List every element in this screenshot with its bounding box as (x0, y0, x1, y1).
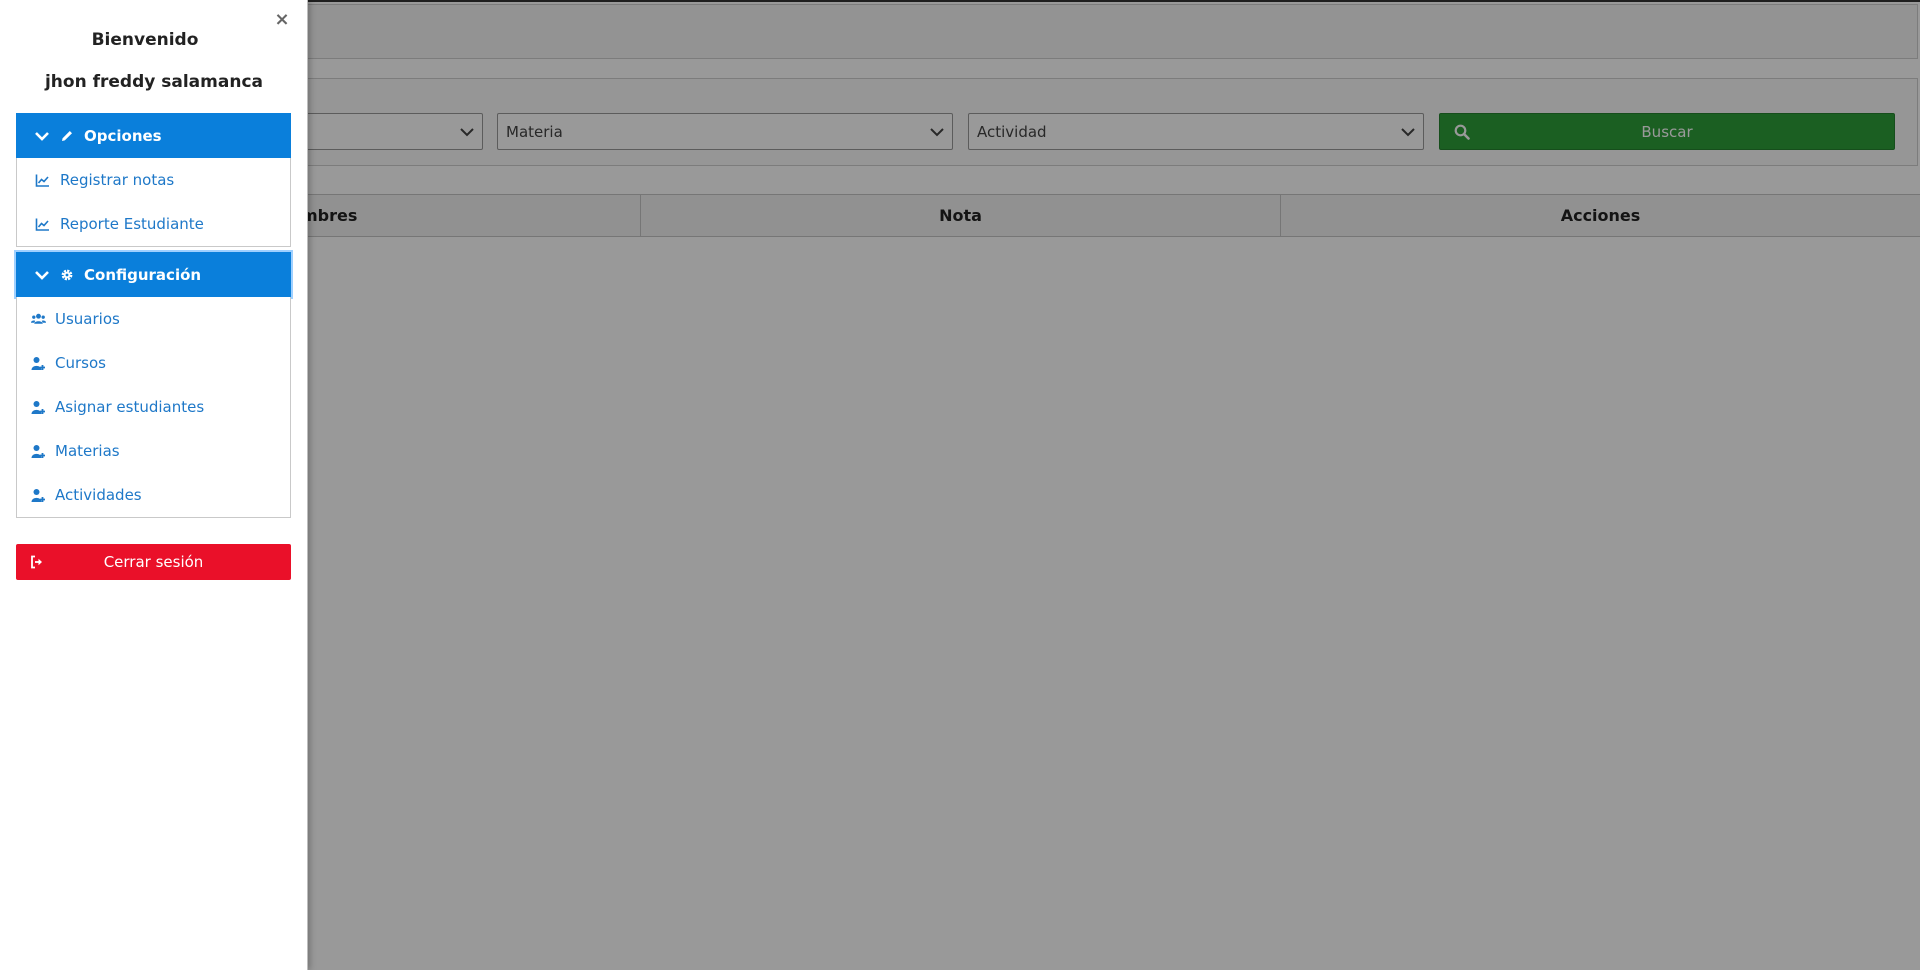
chevron-down-icon (35, 131, 49, 141)
sidebar-item-label: Actividades (55, 486, 142, 504)
gear-icon (61, 269, 73, 280)
sidebar-item-actividades[interactable]: Actividades (17, 473, 290, 517)
options-section-body: Registrar notas Reporte Estudiante (16, 158, 291, 247)
logout-button[interactable]: Cerrar sesión (16, 544, 291, 580)
sidebar-item-cursos[interactable]: Cursos (17, 341, 290, 385)
sidebar-item-label: Cursos (55, 354, 106, 372)
pencil-icon (62, 130, 72, 141)
sign-out-icon (31, 555, 42, 569)
configuration-section-header[interactable]: Configuración (16, 252, 291, 297)
configuration-section: Configuración Usuarios Cursos Asignar es… (16, 252, 291, 518)
user-plus-icon (31, 488, 45, 502)
sidebar-item-materias[interactable]: Materias (17, 429, 290, 473)
chart-line-icon (35, 218, 49, 231)
options-section-title: Opciones (84, 126, 162, 145)
user-plus-icon (31, 356, 45, 370)
user-plus-icon (31, 444, 45, 458)
sidebar: × Bienvenido jhon freddy salamanca Opcio… (0, 0, 308, 970)
configuration-section-body: Usuarios Cursos Asignar estudiantes Mate… (16, 297, 291, 518)
sidebar-item-label: Materias (55, 442, 120, 460)
welcome-heading: Bienvenido (91, 30, 199, 50)
sidebar-item-reporte-estudiante[interactable]: Reporte Estudiante (17, 202, 290, 246)
options-section-header[interactable]: Opciones (16, 113, 291, 158)
sidebar-item-label: Usuarios (55, 310, 120, 328)
close-sidebar-button[interactable]: × (272, 10, 292, 30)
users-icon (31, 313, 46, 324)
chevron-down-icon (35, 270, 49, 280)
chart-line-icon (35, 174, 49, 187)
user-name: jhon freddy salamanca (44, 72, 263, 92)
sidebar-item-usuarios[interactable]: Usuarios (17, 297, 290, 341)
sidebar-item-label: Reporte Estudiante (60, 215, 204, 233)
configuration-section-title: Configuración (84, 265, 202, 284)
sidebar-item-asignar-estudiantes[interactable]: Asignar estudiantes (17, 385, 290, 429)
options-section: Opciones Registrar notas Reporte Estudia… (16, 113, 291, 247)
sidebar-item-registrar-notas[interactable]: Registrar notas (17, 158, 290, 202)
user-plus-icon (31, 400, 45, 414)
sidebar-item-label: Registrar notas (60, 171, 175, 189)
logout-button-label: Cerrar sesión (103, 553, 204, 571)
sidebar-item-label: Asignar estudiantes (55, 398, 205, 416)
